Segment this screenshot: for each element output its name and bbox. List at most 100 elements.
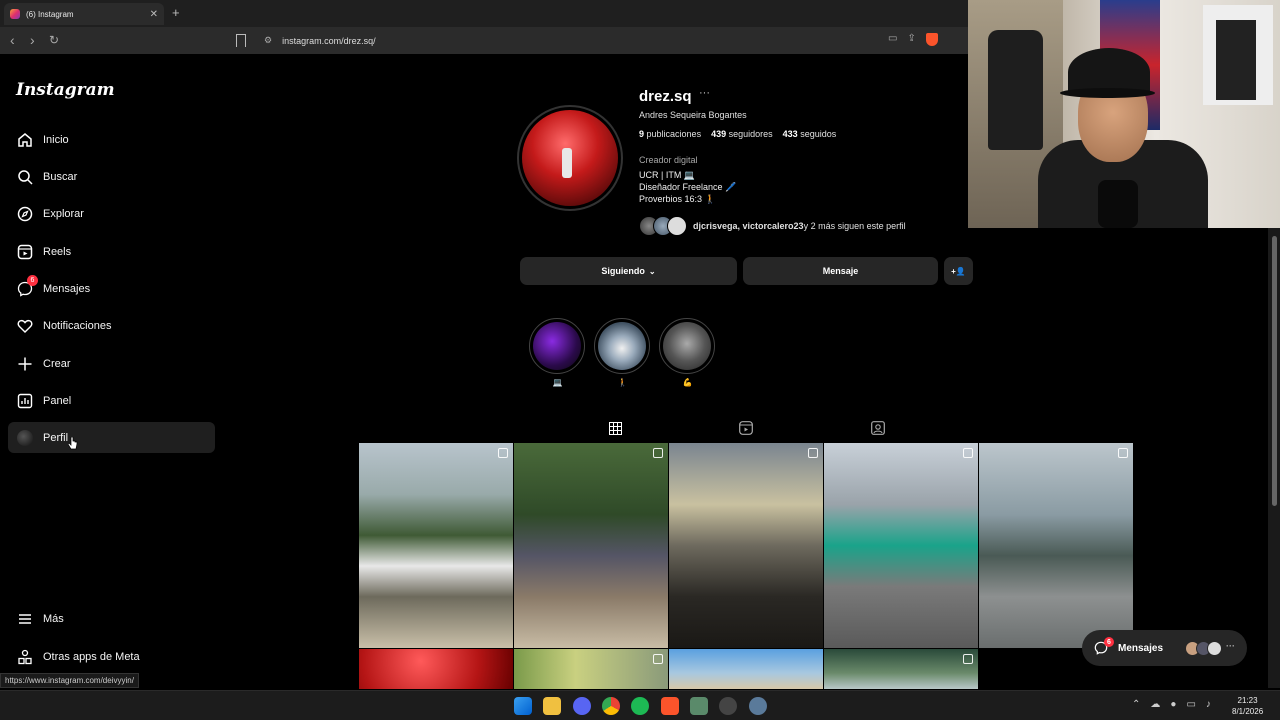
system-clock[interactable]: 21:23 8/1/2026 [1232,695,1263,717]
url-text: instagram.com/drez.sq/ [282,35,376,46]
clock-time: 21:23 [1237,696,1258,705]
following-count[interactable]: 433 seguidos [783,129,837,139]
app-icon[interactable] [690,697,708,715]
add-user-button[interactable]: +👤 [944,257,973,285]
site-settings-icon[interactable]: ⚙ [264,35,272,46]
chevron-down-icon: ⌄ [648,266,656,276]
tab-tagged[interactable] [868,420,888,436]
post-tile[interactable] [669,649,823,689]
highlight-label: 🚶 [617,378,628,387]
nav-item-mas[interactable]: Más [8,603,215,634]
plus-icon [16,355,34,373]
nav-label: Perfil [43,431,69,444]
file-explorer-icon[interactable] [543,697,561,715]
post-tile[interactable] [824,649,978,689]
bio-line: Diseñador Freelance 🖊️ [639,182,737,192]
tab-posts[interactable] [597,420,633,444]
highlight-label: 💪 [682,378,693,387]
floating-messages-button[interactable]: 6 Mensajes ··· [1082,630,1247,666]
tab-title: (6) Instagram [26,9,74,19]
story-highlight[interactable]: 🚶 [594,318,651,387]
carousel-icon [963,654,973,664]
post-tile[interactable] [979,443,1133,648]
nav-item-inicio[interactable]: Inicio [8,124,215,155]
post-tile[interactable] [669,443,823,648]
bookmark-icon[interactable] [236,34,246,47]
nav-item-notificaciones[interactable]: Notificaciones [8,310,215,341]
windows-start-icon[interactable] [514,697,532,715]
more-options-icon[interactable]: ··· [699,87,710,99]
back-icon[interactable]: ‹ [10,32,15,48]
message-button[interactable]: Mensaje [743,257,938,285]
microphone-icon[interactable]: ● [1170,699,1176,710]
settings-icon[interactable] [749,697,767,715]
nav-item-otras-apps[interactable]: Otras apps de Meta [8,641,215,672]
nav-item-perfil[interactable]: Perfil [8,422,215,453]
profile-picture[interactable] [517,105,623,211]
nav-label: Crear [43,357,71,370]
cast-icon[interactable]: ▭ [888,33,897,46]
reels-icon [16,243,34,261]
brave-shield-icon[interactable] [925,33,938,46]
tab-reels[interactable] [736,420,756,436]
followers-count[interactable]: 439 seguidores [711,129,773,139]
post-tile[interactable] [359,649,513,689]
nav-item-explorar[interactable]: Explorar [8,198,215,229]
instagram-logo[interactable]: Instagram [16,80,115,100]
carousel-icon [498,448,508,458]
story-highlight[interactable]: 💻 [529,318,586,387]
floating-messages-label: Mensajes [1118,642,1164,654]
nav-item-mensajes[interactable]: 6 Mensajes [8,273,215,304]
reload-icon[interactable]: ↻ [49,32,59,48]
volume-icon[interactable]: ♪ [1206,699,1211,710]
brave-icon[interactable] [661,697,679,715]
carousel-icon [963,448,973,458]
profile-full-name: Andres Sequeira Bogantes [639,110,747,120]
instagram-favicon-icon [10,9,20,19]
nav-label: Explorar [43,207,84,220]
follower-avatars [639,216,687,236]
address-bar[interactable]: ⚙ instagram.com/drez.sq/ [256,30,956,51]
system-tray: ⌃ ☁ ● ▭ ♪ [1132,699,1211,710]
post-tile[interactable] [824,443,978,648]
display-icon[interactable]: ▭ [1186,699,1195,710]
recent-chat-avatars: ··· [1185,640,1235,656]
cloud-icon[interactable]: ☁ [1150,699,1160,710]
post-tile[interactable] [514,443,668,648]
nav-item-crear[interactable]: Crear [8,348,215,379]
grid-icon [608,421,622,435]
browser-tab[interactable]: (6) Instagram ✕ [4,3,164,25]
meta-apps-icon [16,648,34,666]
post-tile[interactable] [359,443,513,648]
sidebar: Instagram Inicio Buscar Explorar Reels 6… [0,54,224,690]
nav-item-panel[interactable]: Panel [8,385,215,416]
nav-item-reels[interactable]: Reels [8,236,215,267]
new-tab-icon[interactable]: + [172,5,180,20]
page-scrollbar[interactable] [1268,228,1280,688]
nav-label: Panel [43,394,72,407]
profile-username: drez.sq [639,88,692,105]
menu-icon [16,610,34,628]
chevron-up-icon[interactable]: ⌃ [1132,699,1140,710]
discord-icon[interactable] [573,697,591,715]
post-tile[interactable] [514,649,668,689]
followed-by-names: djcrisvega, victorcalero23 [693,221,804,231]
followed-by[interactable]: djcrisvega, victorcalero23 y 2 más sigue… [639,216,906,236]
spotify-icon[interactable] [631,697,649,715]
carousel-icon [1118,448,1128,458]
nav-label: Notificaciones [43,319,112,332]
reels-icon [739,421,753,435]
obs-icon[interactable] [719,697,737,715]
following-button[interactable]: Siguiendo ⌄ [520,257,737,285]
forward-icon[interactable]: › [30,32,35,48]
avatar [1207,640,1222,656]
nav-label: Más [43,612,64,625]
chrome-icon[interactable] [602,697,620,715]
tab-close-icon[interactable]: ✕ [150,9,158,20]
share-icon[interactable]: ⇪ [907,33,915,46]
nav-item-buscar[interactable]: Buscar [8,161,215,192]
story-highlight[interactable]: 💪 [659,318,716,387]
nav-label: Otras apps de Meta [43,650,140,663]
search-icon [16,168,34,186]
nav-label: Reels [43,245,72,258]
